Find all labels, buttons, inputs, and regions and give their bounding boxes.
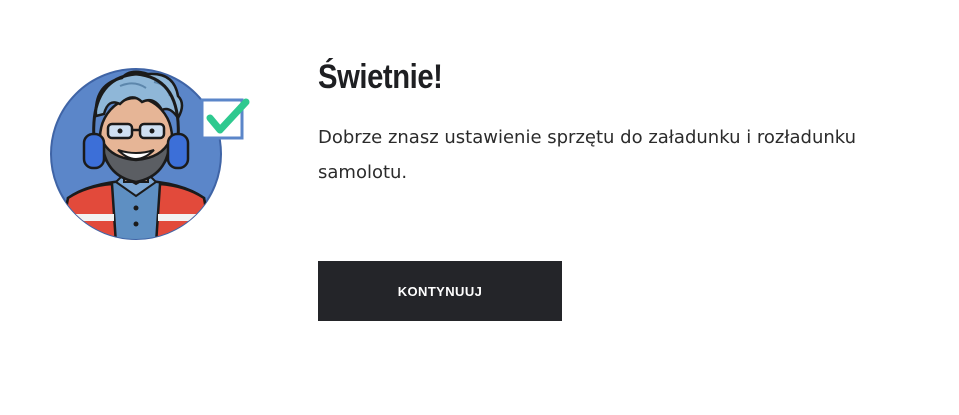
continue-button[interactable]: KONTYNUUJ — [318, 261, 562, 321]
result-message: Dobrze znasz ustawienie sprzętu do załad… — [318, 127, 857, 183]
checkmark-icon — [200, 98, 250, 140]
result-title: Świetnie! — [318, 58, 443, 96]
result-panel: Świetnie! Dobrze znasz ustawienie sprzęt… — [318, 56, 918, 190]
worker-avatar — [50, 66, 254, 244]
